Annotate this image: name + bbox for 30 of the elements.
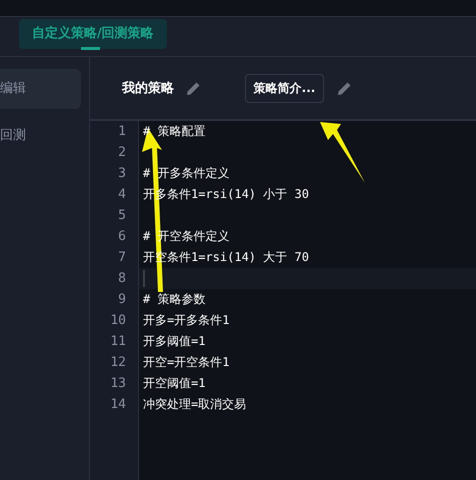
- line-number: 6: [90, 226, 139, 247]
- sidebar-item[interactable]: 回测: [0, 116, 81, 156]
- line-number: 2: [90, 142, 139, 163]
- line-number: 12: [90, 352, 139, 373]
- line-number: 7: [90, 247, 139, 268]
- line-number: 4: [90, 184, 139, 205]
- sidebar-item[interactable]: 编辑: [0, 69, 81, 109]
- code-line: # 策略参数: [143, 291, 206, 308]
- code-line: 开多=开多条件1: [143, 312, 230, 329]
- line-number: 9: [90, 289, 139, 310]
- line-number: 3: [90, 163, 139, 184]
- code-line: 开空=开空条件1: [143, 354, 230, 371]
- line-number: 5: [90, 205, 139, 226]
- pencil-icon[interactable]: [337, 80, 352, 96]
- line-number: 8: [90, 268, 139, 289]
- description-button[interactable]: 策略简介...: [245, 74, 324, 102]
- annotation-arrow: [320, 122, 365, 183]
- line-number: 14: [90, 394, 139, 415]
- code-line: 开多阈值=1: [143, 333, 206, 350]
- line-number: 11: [90, 331, 139, 352]
- pencil-icon[interactable]: [186, 80, 201, 96]
- strategy-name: 我的策略: [122, 80, 174, 97]
- code-line: 冲突处理=取消交易: [143, 396, 246, 413]
- line-number: 1: [90, 121, 139, 142]
- line-number: 13: [90, 373, 139, 394]
- code-line: # 开多条件定义: [143, 165, 230, 182]
- code-line: 开空阈值=1: [143, 375, 206, 392]
- tab[interactable]: 自定义策略/回测策略: [19, 19, 167, 49]
- text-cursor: [143, 270, 145, 287]
- line-number: 10: [90, 310, 139, 331]
